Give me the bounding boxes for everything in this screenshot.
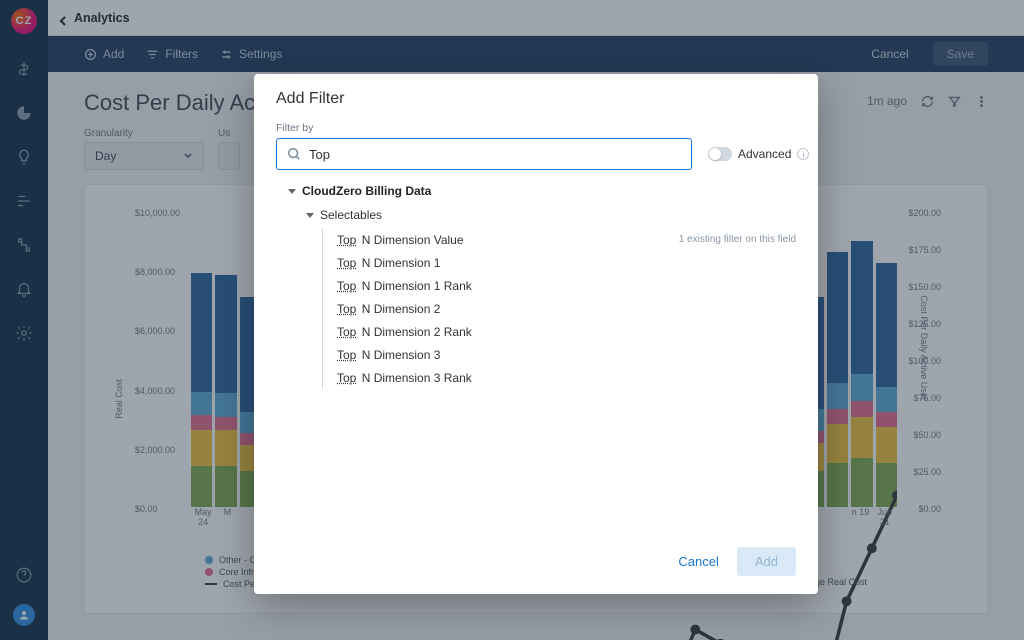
search-icon [287, 147, 301, 161]
modal-add-button[interactable]: Add [737, 547, 796, 576]
modal-title: Add Filter [276, 90, 796, 108]
disclosure-triangle-icon [306, 213, 314, 218]
filter-option[interactable]: Top N Dimension 1 Rank [337, 274, 796, 297]
filter-option[interactable]: Top N Dimension 2 [337, 297, 796, 320]
filter-tree: CloudZero Billing Data Selectables Top N… [288, 184, 796, 389]
info-icon[interactable]: i [797, 148, 809, 160]
filter-option[interactable]: Top N Dimension 3 [337, 343, 796, 366]
filter-option[interactable]: Top N Dimension 3 Rank [337, 366, 796, 389]
filter-option[interactable]: Top N Dimension Value1 existing filter o… [337, 228, 796, 251]
filter-option[interactable]: Top N Dimension 2 Rank [337, 320, 796, 343]
tree-sub-header[interactable]: Selectables [306, 208, 796, 222]
filter-by-label: Filter by [276, 122, 796, 134]
disclosure-triangle-icon [288, 189, 296, 194]
filter-option[interactable]: Top N Dimension 1 [337, 251, 796, 274]
advanced-label: Advanced [738, 147, 791, 161]
advanced-toggle[interactable] [708, 147, 732, 161]
modal-cancel-button[interactable]: Cancel [668, 548, 728, 575]
filter-search-input[interactable] [309, 147, 681, 162]
filter-search-input-wrap [276, 138, 692, 170]
add-filter-modal: Add Filter Filter by Advanced i CloudZer… [254, 74, 818, 594]
tree-group-header[interactable]: CloudZero Billing Data [288, 184, 796, 198]
